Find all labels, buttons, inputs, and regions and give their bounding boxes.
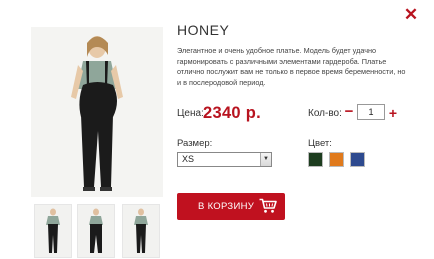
- product-thumbnail-3[interactable]: [122, 204, 160, 258]
- size-label: Размер:: [177, 138, 213, 149]
- close-button[interactable]: ✕: [402, 5, 420, 25]
- quantity-increase-button[interactable]: +: [388, 104, 398, 122]
- product-thumbnail-2[interactable]: [77, 204, 115, 258]
- quantity-input[interactable]: [357, 104, 385, 120]
- size-selected-value: XS: [182, 154, 195, 164]
- product-title: HONEY: [177, 22, 230, 38]
- add-to-cart-label: В КОРЗИНУ: [198, 201, 255, 212]
- product-description: Элегантное и очень удобное платье. Модел…: [177, 46, 406, 87]
- quantity-label: Кол-во:: [308, 108, 342, 119]
- cart-icon: [259, 198, 277, 213]
- color-swatch-green[interactable]: [308, 152, 323, 167]
- color-swatch-blue[interactable]: [350, 152, 365, 167]
- add-to-cart-button[interactable]: В КОРЗИНУ: [177, 193, 285, 220]
- size-select[interactable]: XS ▼: [177, 152, 272, 167]
- chevron-down-icon: ▼: [260, 153, 271, 166]
- product-thumbnail-1[interactable]: [34, 204, 72, 258]
- product-main-photo: [31, 27, 163, 197]
- color-swatch-orange[interactable]: [329, 152, 344, 167]
- price-value: 2340 р.: [203, 104, 262, 122]
- price-label: Цена:: [177, 108, 204, 119]
- close-icon: ✕: [403, 5, 419, 24]
- quantity-decrease-button[interactable]: −: [344, 104, 354, 122]
- color-label: Цвет:: [308, 138, 332, 149]
